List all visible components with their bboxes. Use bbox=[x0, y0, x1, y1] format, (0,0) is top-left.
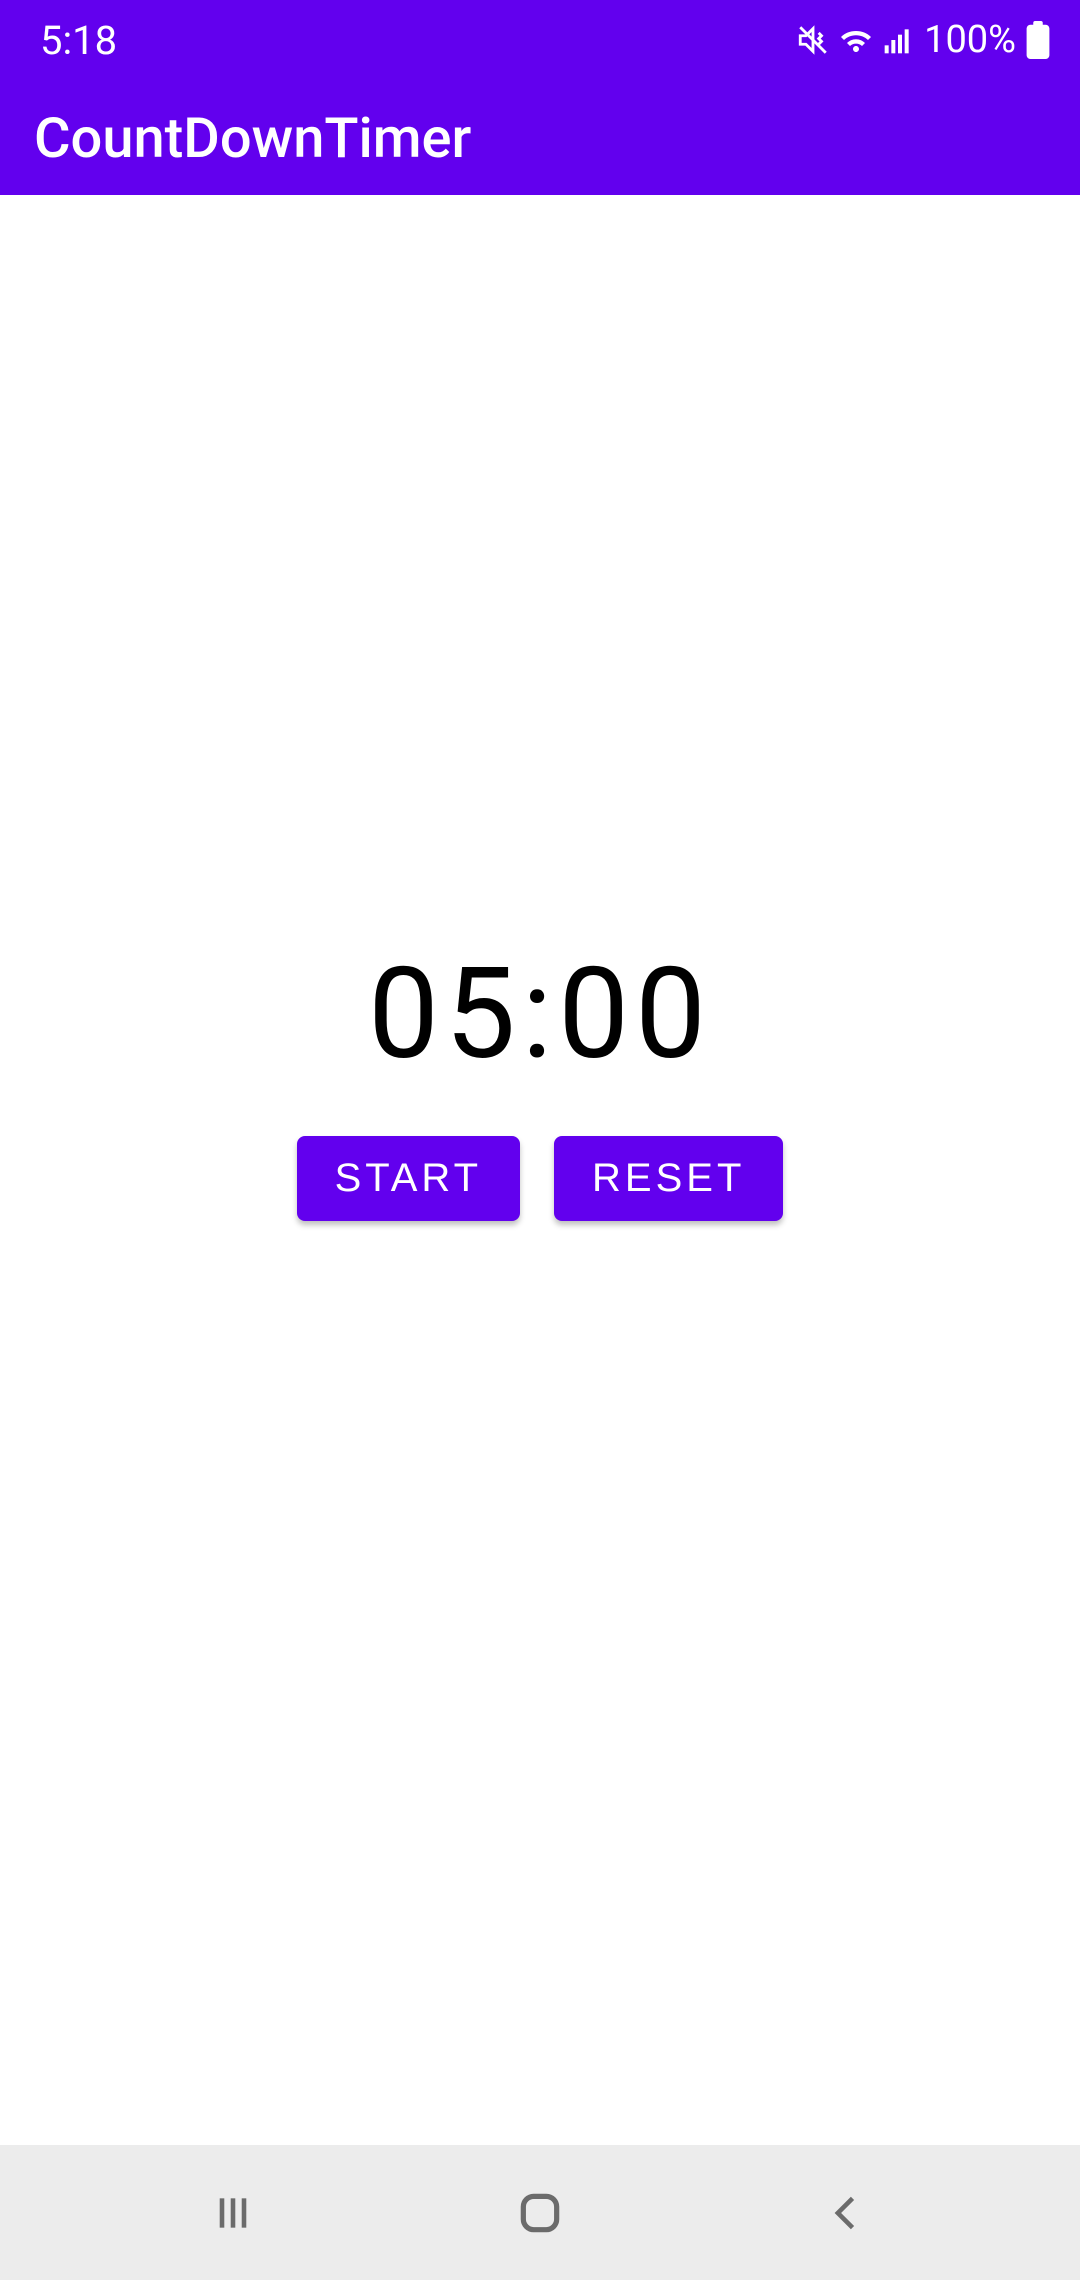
status-time: 5:18 bbox=[40, 17, 117, 64]
home-button[interactable] bbox=[505, 2178, 575, 2248]
status-bar: 5:18 100% bbox=[0, 0, 1080, 80]
battery-percent: 100% bbox=[924, 18, 1016, 62]
back-button[interactable] bbox=[812, 2178, 882, 2248]
timer-display: 05:00 bbox=[368, 940, 712, 1088]
signal-icon bbox=[882, 24, 914, 56]
status-icons bbox=[796, 22, 914, 58]
status-right: 100% bbox=[796, 18, 1050, 62]
app-title: CountDownTimer bbox=[34, 105, 471, 171]
battery-icon bbox=[1026, 21, 1050, 59]
main-content: 05:00 START RESET bbox=[0, 195, 1080, 2145]
recent-apps-button[interactable] bbox=[198, 2178, 268, 2248]
mute-vibrate-icon bbox=[796, 23, 830, 57]
button-row: START RESET bbox=[297, 1136, 784, 1221]
app-bar: CountDownTimer bbox=[0, 80, 1080, 195]
wifi-icon bbox=[838, 22, 874, 58]
nav-bar bbox=[0, 2145, 1080, 2280]
start-button[interactable]: START bbox=[297, 1136, 520, 1221]
reset-button[interactable]: RESET bbox=[554, 1136, 783, 1221]
